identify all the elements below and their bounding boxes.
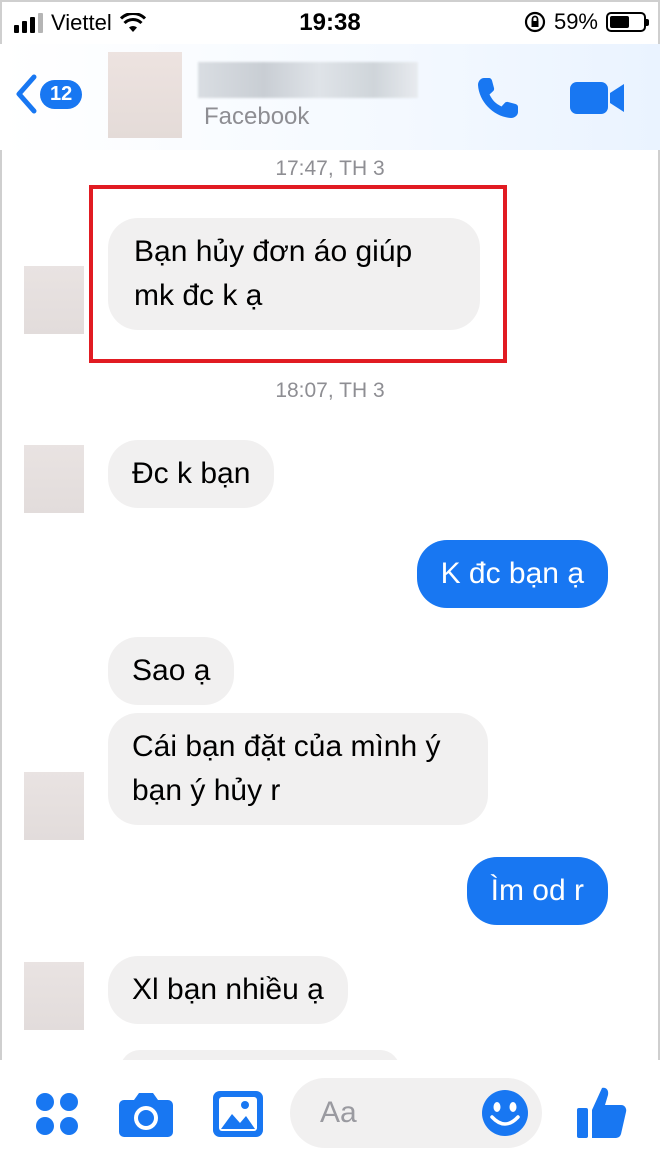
phone-icon[interactable] [474, 74, 522, 122]
message-bubble-outgoing[interactable]: K đc bạn ạ [416, 540, 608, 608]
chat-header: 12 Facebook [0, 44, 660, 150]
emoji-icon[interactable] [480, 1088, 530, 1138]
battery-percent: 59% [553, 9, 598, 34]
message-input[interactable] [320, 1096, 480, 1130]
contact-avatar[interactable] [108, 52, 182, 138]
thumbs-up-icon[interactable] [576, 1084, 628, 1140]
status-bar: Viettel 19:38 59% [0, 0, 660, 44]
message-bubble-incoming[interactable]: Sao ạ [108, 637, 235, 705]
message-bubble-incoming[interactable]: Cái bạn đặt của mình ý bạn ý hủy r [108, 713, 488, 825]
battery-icon [606, 12, 649, 32]
chevron-left-icon [16, 74, 37, 114]
video-camera-icon[interactable] [568, 78, 628, 118]
contact-subtitle: Facebook [204, 103, 310, 130]
photo-icon[interactable] [212, 1090, 264, 1138]
timestamp: 18:07, TH 3 [275, 379, 385, 402]
contact-name-blurred[interactable] [198, 62, 418, 98]
orientation-lock-icon [524, 11, 546, 33]
sender-avatar [24, 962, 84, 1030]
back-button[interactable]: 12 [14, 74, 83, 114]
sender-avatar [24, 772, 84, 840]
sender-avatar [24, 445, 84, 513]
message-bubble-incoming[interactable]: Đc k bạn [108, 440, 275, 508]
sender-avatar [24, 266, 84, 334]
composer-toolbar [0, 1060, 660, 1169]
highlight-box [89, 185, 507, 363]
timestamp: 17:47, TH 3 [275, 157, 385, 180]
apps-grid-icon[interactable] [33, 1090, 81, 1138]
unread-count-badge: 12 [40, 79, 83, 109]
camera-icon[interactable] [118, 1090, 174, 1138]
message-input-box[interactable] [290, 1078, 542, 1148]
message-bubble-outgoing[interactable]: Ìm od r [466, 857, 608, 925]
message-bubble-incoming[interactable]: Xl bạn nhiều ạ [108, 956, 348, 1024]
